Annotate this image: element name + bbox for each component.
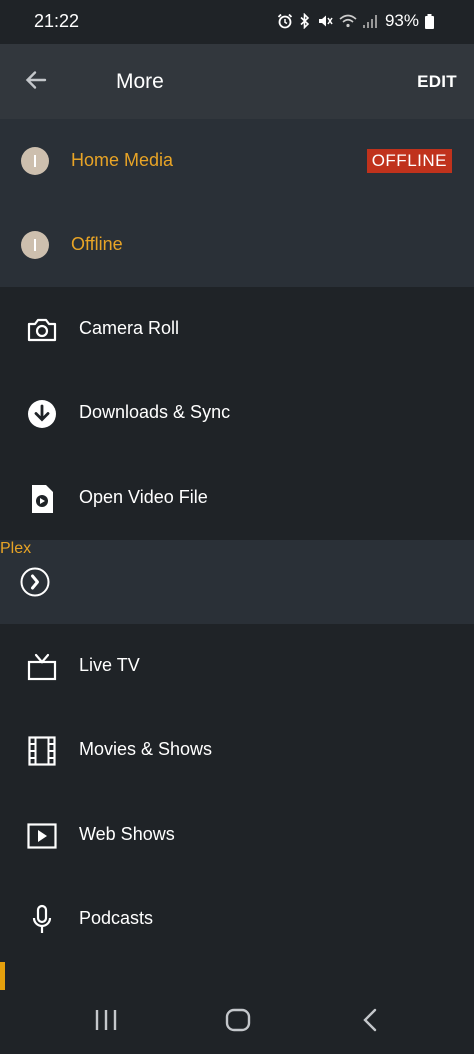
page-title: More xyxy=(116,70,164,93)
home-icon xyxy=(225,1008,251,1037)
signal-icon xyxy=(362,13,377,29)
status-icons: 93% xyxy=(277,11,434,31)
menu-item-label: Web Shows xyxy=(79,824,175,844)
app-bar: More EDIT xyxy=(0,44,474,119)
menu-item-camera-roll[interactable]: Camera Roll xyxy=(0,287,474,371)
plex-label: Plex xyxy=(0,540,32,557)
bluetooth-icon xyxy=(299,13,311,29)
menu-item-live-tv[interactable]: Live TV xyxy=(0,624,474,708)
battery-icon xyxy=(425,13,434,29)
menu-item-label: Camera Roll xyxy=(79,318,180,338)
status-badge: OFFLINE xyxy=(366,149,452,173)
video-file-icon xyxy=(26,483,58,515)
back-button[interactable] xyxy=(16,62,56,102)
menu-item-open-video-file[interactable]: Open Video File xyxy=(0,456,474,540)
server-name: Home Media xyxy=(71,150,174,170)
menu-item-web-shows[interactable]: Web Shows xyxy=(0,793,474,877)
server-name: Offline xyxy=(71,234,123,254)
menu-item-downloads-sync[interactable]: Downloads & Sync xyxy=(0,371,474,455)
battery-percent: 93% xyxy=(384,11,419,30)
arrow-left-icon xyxy=(24,68,48,97)
recent-apps-icon xyxy=(94,1009,118,1036)
back-nav-button[interactable] xyxy=(350,1006,390,1038)
tv-icon xyxy=(26,651,58,683)
server-list: Home Media OFFLINE Offline xyxy=(0,119,474,287)
edit-button[interactable]: EDIT xyxy=(417,72,457,92)
alarm-icon xyxy=(277,13,293,29)
status-bar: 21:22 93% xyxy=(0,0,474,44)
plex-chevron-icon xyxy=(20,567,50,597)
microphone-icon xyxy=(26,904,58,936)
server-item-home-media[interactable]: Home Media OFFLINE xyxy=(0,119,474,203)
chevron-left-icon xyxy=(362,1008,378,1037)
home-button[interactable] xyxy=(218,1006,258,1038)
scroll-indicator xyxy=(0,962,5,990)
camera-icon xyxy=(26,314,58,346)
wifi-icon xyxy=(339,13,357,29)
mute-icon xyxy=(317,13,333,29)
server-avatar-icon xyxy=(21,231,49,259)
menu-item-podcasts[interactable]: Podcasts xyxy=(0,877,474,961)
download-icon xyxy=(26,398,58,430)
system-nav-bar xyxy=(0,990,474,1054)
menu-item-label: Live TV xyxy=(79,655,140,675)
menu-item-label: Downloads & Sync xyxy=(79,402,231,422)
recent-apps-button[interactable] xyxy=(86,1006,126,1038)
menu-item-label: Open Video File xyxy=(79,487,208,507)
status-time: 21:22 xyxy=(34,11,80,31)
film-icon xyxy=(26,735,58,767)
server-item-offline[interactable]: Offline xyxy=(0,203,474,287)
menu-item-movies-shows[interactable]: Movies & Shows xyxy=(0,708,474,792)
menu-item-label: Podcasts xyxy=(79,908,154,928)
plex-section[interactable]: Plex xyxy=(0,540,474,624)
menu-item-label: Movies & Shows xyxy=(79,739,213,759)
play-box-icon xyxy=(26,820,58,852)
server-avatar-icon xyxy=(21,147,49,175)
